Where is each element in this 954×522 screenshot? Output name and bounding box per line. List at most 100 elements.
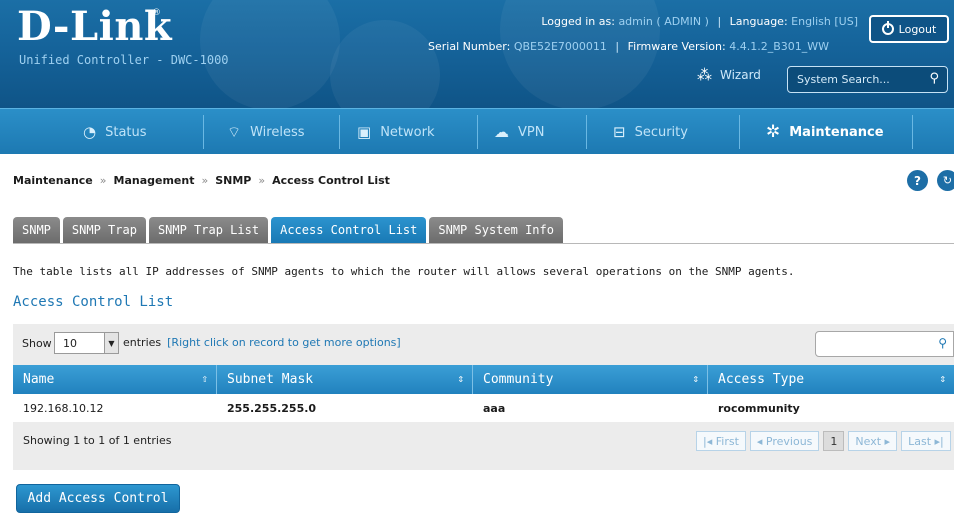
page-size-select[interactable]: 10 ▼ (54, 332, 119, 354)
nav-vpn-label: VPN (518, 124, 545, 140)
previous-icon: ◂ (756, 434, 766, 448)
nav-network[interactable]: ▣ Network (357, 109, 434, 155)
first-page-button[interactable]: |◂ First (696, 431, 746, 451)
last-icon: ▸| (931, 434, 944, 448)
breadcrumb-item[interactable]: SNMP (215, 174, 251, 187)
table-footer: Showing 1 to 1 of 1 entries |◂ First ◂ P… (13, 422, 954, 470)
nav-vpn[interactable]: ☁ VPN (494, 109, 544, 155)
tab-snmp[interactable]: SNMP (13, 217, 60, 243)
nav-wireless-label: Wireless (250, 124, 305, 140)
column-subnet-mask[interactable]: Subnet Mask ⇕ (217, 365, 473, 394)
search-icon[interactable]: ⚲ (929, 71, 939, 86)
table-search-input[interactable]: ⚲ (815, 331, 954, 357)
cloud-lock-icon: ☁ (494, 123, 509, 141)
show-label: Show (22, 337, 52, 350)
firmware-value: 4.4.1.2_B301_WW (729, 40, 829, 53)
tab-access-control-list[interactable]: Access Control List (271, 217, 427, 243)
tab-snmp-system-info[interactable]: SNMP System Info (429, 217, 563, 243)
entries-label: entries (123, 336, 162, 349)
app-header: D-Link ® Unified Controller - DWC-1000 L… (0, 0, 954, 108)
device-info: Serial Number: QBE52E7000011 | Firmware … (428, 40, 829, 53)
section-title: Access Control List (13, 294, 174, 310)
serial-label: Serial Number: (428, 40, 511, 53)
logout-label: Logout (898, 22, 937, 36)
nav-maintenance[interactable]: ✲ Maintenance (766, 109, 884, 155)
page-size-value: 10 (63, 337, 77, 350)
cell-subnet-mask: 255.255.255.0 (227, 401, 317, 415)
nav-network-label: Network (380, 124, 435, 140)
next-label: Next (855, 434, 882, 448)
column-community-label: Community (483, 372, 554, 387)
cell-name: 192.168.10.12 (23, 401, 104, 415)
wifi-icon: ⌔ (227, 122, 242, 141)
lock-icon: ⊟ (613, 123, 626, 141)
tab-bar: SNMP SNMP Trap SNMP Trap List Access Con… (13, 217, 563, 243)
cell-access-type: rocommunity (718, 401, 800, 415)
firmware-label: Firmware Version: (627, 40, 726, 53)
logged-in-user: admin ( ADMIN ) (618, 15, 709, 28)
wizard-label: Wizard (720, 68, 761, 82)
page-description: The table lists all IP addresses of SNMP… (13, 265, 795, 278)
nav-divider (586, 115, 587, 149)
nav-wireless[interactable]: ⌔ Wireless (227, 109, 305, 155)
table-row[interactable]: 192.168.10.12 255.255.255.0 aaa rocommun… (13, 394, 954, 422)
logout-button[interactable]: Logout (869, 15, 949, 43)
chevron-down-icon[interactable]: ▼ (104, 333, 118, 353)
sort-icon[interactable]: ⇕ (939, 372, 946, 385)
sort-asc-icon[interactable]: ⇧ (201, 372, 208, 385)
nav-divider (912, 115, 913, 149)
cell-community: aaa (483, 401, 506, 415)
last-page-button[interactable]: Last ▸| (901, 431, 951, 451)
system-search-placeholder: System Search... (797, 73, 890, 86)
system-search-input[interactable]: System Search... ⚲ (787, 66, 948, 93)
table-header: Name ⇧ Subnet Mask ⇕ Community ⇕ Access … (13, 365, 954, 394)
help-icon[interactable]: ? (907, 170, 928, 191)
breadcrumb-item[interactable]: Management (114, 174, 195, 187)
current-page[interactable]: 1 (823, 431, 845, 451)
entries-text: entries [Right click on record to get mor… (123, 336, 401, 349)
monitor-icon: ▣ (357, 123, 372, 141)
nav-status-label: Status (105, 124, 147, 140)
breadcrumb-separator: » (99, 174, 107, 187)
sort-icon[interactable]: ⇕ (457, 372, 464, 385)
brand-logo: D-Link (17, 3, 173, 50)
pagination: |◂ First ◂ Previous 1 Next ▸ Last ▸| (696, 431, 951, 451)
meta-separator: | (615, 40, 620, 53)
column-access-type[interactable]: Access Type ⇕ (708, 365, 954, 394)
refresh-icon[interactable]: ↻ (937, 170, 954, 191)
add-access-control-button[interactable]: Add Access Control (16, 484, 180, 513)
right-click-hint: [Right click on record to get more optio… (167, 336, 401, 349)
previous-page-button[interactable]: ◂ Previous (749, 431, 820, 451)
breadcrumb-current: Access Control List (272, 174, 390, 187)
session-info: Logged in as: admin ( ADMIN ) | Language… (541, 15, 858, 28)
previous-label: Previous (765, 434, 813, 448)
gears-icon: ✲ (766, 122, 781, 142)
registered-mark: ® (152, 8, 161, 18)
nav-status[interactable]: ◔ Status (83, 109, 147, 155)
wizard-link[interactable]: ⁂ Wizard (697, 66, 761, 84)
first-icon: |◂ (703, 434, 716, 448)
tab-snmp-trap[interactable]: SNMP Trap (62, 217, 146, 243)
nav-divider (739, 115, 740, 149)
header-decoration (330, 20, 440, 108)
language-value[interactable]: English [US] (791, 15, 858, 28)
product-name: Unified Controller - DWC-1000 (19, 53, 229, 67)
next-page-button[interactable]: Next ▸ (848, 431, 898, 451)
meta-separator: | (717, 15, 722, 28)
tab-underline (13, 243, 954, 244)
acl-table: Show 10 ▼ entries [Right click on record … (13, 324, 954, 470)
column-subnet-label: Subnet Mask (227, 372, 314, 387)
column-name-label: Name (23, 372, 55, 387)
last-label: Last (908, 434, 932, 448)
tab-snmp-trap-list[interactable]: SNMP Trap List (148, 217, 269, 243)
nav-security[interactable]: ⊟ Security (613, 109, 688, 155)
first-label: First (715, 434, 739, 448)
nav-divider (477, 115, 478, 149)
column-community[interactable]: Community ⇕ (473, 365, 708, 394)
sort-icon[interactable]: ⇕ (692, 372, 699, 385)
magic-wand-icon: ⁂ (697, 66, 712, 84)
breadcrumb-separator: » (258, 174, 266, 187)
column-name[interactable]: Name ⇧ (13, 365, 217, 394)
breadcrumb-item[interactable]: Maintenance (13, 174, 93, 187)
page: D-Link ® Unified Controller - DWC-1000 L… (0, 0, 954, 522)
